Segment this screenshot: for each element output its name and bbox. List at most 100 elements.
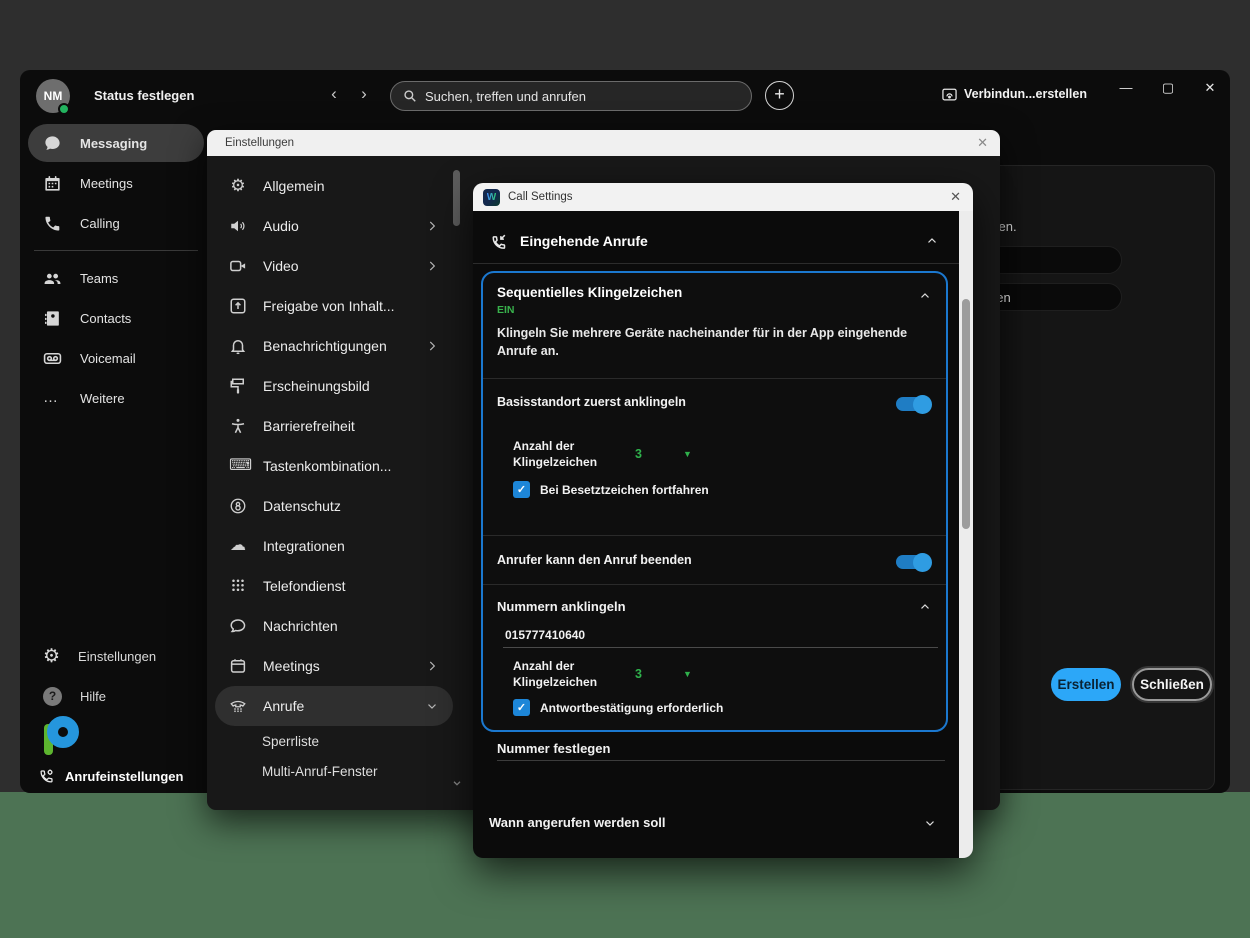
sidebar-item-contacts[interactable]: Contacts [28, 299, 204, 337]
toggle-knob [913, 553, 932, 572]
call-settings-body: Eingehende Anrufe Sequentielles Klingelz… [473, 211, 973, 858]
speaker-icon [229, 217, 247, 235]
call-settings-titlebar[interactable]: W Call Settings ✕ [473, 183, 973, 211]
settings-nav-video[interactable]: Video [215, 246, 453, 286]
ring-count-value[interactable]: 3 [635, 667, 642, 681]
settings-nav-integrationen[interactable]: ☁ Integrationen [215, 526, 453, 566]
settings-nav-benachrichtigungen[interactable]: Benachrichtigungen [215, 326, 453, 366]
sequential-ring-card[interactable]: Sequentielles Klingelzeichen EIN Klingel… [481, 271, 948, 732]
scrollbar-thumb[interactable] [453, 170, 460, 226]
base-location-toggle[interactable] [896, 397, 930, 411]
call-settings-scrollbar[interactable] [959, 211, 973, 858]
nav-label: Erscheinungsbild [263, 378, 370, 394]
chevron-up-icon[interactable] [918, 289, 932, 303]
sidebar-item-meetings[interactable]: Meetings [28, 164, 204, 202]
dropdown-caret-icon[interactable]: ▼ [683, 669, 692, 679]
close-icon[interactable]: ✕ [977, 135, 988, 151]
checkbox-checked-icon[interactable]: ✓ [513, 699, 530, 716]
maximize-button[interactable]: ▢ [1158, 80, 1178, 96]
close-icon[interactable]: ✕ [950, 189, 961, 205]
chevron-down-icon [923, 816, 937, 830]
connect-device-button[interactable]: Verbindun...erstellen [942, 87, 1087, 101]
settings-nav-tastenkombination[interactable]: ⌨ Tastenkombination... [215, 446, 453, 486]
chevron-up-icon[interactable] [918, 600, 932, 614]
desktop-backdrop: NM Status festlegen ‹ › Suchen, treffen … [0, 0, 1250, 938]
minimize-button[interactable]: — [1116, 80, 1136, 96]
caller-end-toggle[interactable] [896, 555, 930, 569]
nav-label: Datenschutz [263, 498, 341, 514]
caller-end-label: Anrufer kann den Anruf beenden [497, 553, 692, 567]
nav-label: Integrationen [263, 538, 345, 554]
ring-count-label: Anzahl der Klingelzeichen [513, 659, 625, 690]
phone-icon [43, 214, 62, 233]
share-icon [229, 297, 247, 315]
nav-label: Anrufe [263, 698, 304, 714]
sidebar-item-label: Teams [80, 271, 118, 286]
settings-dialog-title: Einstellungen [225, 137, 294, 149]
settings-nav-sperrliste[interactable]: Sperrliste [215, 726, 453, 756]
input-underline [497, 760, 945, 761]
scroll-down-icon[interactable] [451, 776, 463, 788]
settings-nav-datenschutz[interactable]: Datenschutz [215, 486, 453, 526]
incoming-calls-section-header[interactable]: Eingehende Anrufe [489, 221, 939, 261]
sidebar-item-settings[interactable]: ⚙ Einstellungen [28, 638, 204, 674]
set-number-field[interactable]: Nummer festlegen [497, 741, 610, 756]
sequential-ring-description: Klingeln Sie mehrere Geräte nacheinander… [497, 324, 927, 360]
close-button[interactable]: ✕ [1200, 80, 1220, 96]
ring-count-value[interactable]: 3 [635, 447, 642, 461]
scrollbar-thumb[interactable] [962, 299, 970, 529]
ring-count-label: Anzahl der Klingelzeichen [513, 439, 625, 470]
sidebar-item-teams[interactable]: Teams [28, 259, 204, 297]
call-settings-shortcut[interactable]: Anrufeinstellungen [20, 760, 212, 793]
settings-nav-scrollbar[interactable] [453, 164, 461, 800]
settings-nav-telefondienst[interactable]: Telefondienst [215, 566, 453, 606]
help-icon: ? [43, 687, 62, 706]
chevron-down-icon [425, 699, 439, 713]
settings-nav-audio[interactable]: Audio [215, 206, 453, 246]
settings-nav: ⚙ Allgemein Audio Video [215, 166, 453, 786]
settings-nav-multi-anruf-fenster[interactable]: Multi-Anruf-Fenster [215, 756, 453, 786]
checkbox-checked-icon[interactable]: ✓ [513, 481, 530, 498]
dialog-close-button[interactable]: Schließen [1132, 668, 1212, 701]
nav-label: Benachrichtigungen [263, 338, 387, 354]
sidebar-item-more[interactable]: … Weitere [28, 379, 204, 417]
settings-nav-anrufe[interactable]: Anrufe [215, 686, 453, 726]
settings-dialog-titlebar[interactable]: Einstellungen ✕ [207, 130, 1000, 156]
settings-nav-freigabe[interactable]: Freigabe von Inhalt... [215, 286, 453, 326]
input-underline [503, 647, 938, 648]
when-called-section-header[interactable]: Wann angerufen werden soll [489, 815, 937, 830]
when-called-label: Wann angerufen werden soll [489, 815, 665, 830]
settings-nav-meetings[interactable]: Meetings [215, 646, 453, 686]
presence-status-dot [58, 103, 70, 115]
sidebar-item-help[interactable]: ? Hilfe [28, 678, 204, 714]
settings-nav-erscheinungsbild[interactable]: Erscheinungsbild [215, 366, 453, 406]
settings-label: Einstellungen [78, 649, 156, 664]
busy-continue-row[interactable]: ✓ Bei Besetztzeichen fortfahren [513, 481, 709, 498]
people-icon [43, 269, 62, 288]
search-input[interactable]: Suchen, treffen und anrufen [390, 81, 752, 111]
ellipsis-icon: … [43, 389, 62, 408]
create-button[interactable]: Erstellen [1051, 668, 1121, 701]
plus-button[interactable]: + [765, 81, 794, 110]
settings-nav-nachrichten[interactable]: Nachrichten [215, 606, 453, 646]
sidebar-item-label: Meetings [80, 176, 133, 191]
sidebar-item-calling[interactable]: Calling [28, 204, 204, 242]
connect-device-label: Verbindun...erstellen [964, 87, 1087, 101]
answer-confirm-row[interactable]: ✓ Antwortbestätigung erforderlich [513, 699, 723, 716]
contact-card-icon [43, 309, 62, 328]
phone-number-field[interactable]: 015777410640 [505, 628, 585, 642]
sidebar-item-messaging[interactable]: Messaging [28, 124, 204, 162]
back-icon[interactable]: ‹ [323, 84, 345, 104]
settings-nav-allgemein[interactable]: ⚙ Allgemein [215, 166, 453, 206]
calendar-icon [229, 657, 247, 675]
chevron-right-icon [425, 259, 439, 273]
dropdown-caret-icon[interactable]: ▼ [683, 449, 692, 459]
call-settings-dialog: W Call Settings ✕ Eingehende Anrufe Sequ… [473, 183, 973, 858]
sidebar-item-voicemail[interactable]: Voicemail [28, 339, 204, 377]
app-titlebar: NM Status festlegen ‹ › Suchen, treffen … [20, 70, 1230, 122]
chevron-up-icon [925, 234, 939, 248]
forward-icon[interactable]: › [353, 84, 375, 104]
status-set-button[interactable]: Status festlegen [94, 88, 194, 103]
settings-nav-barrierefreiheit[interactable]: Barrierefreiheit [215, 406, 453, 446]
sidebar-divider [34, 250, 198, 251]
